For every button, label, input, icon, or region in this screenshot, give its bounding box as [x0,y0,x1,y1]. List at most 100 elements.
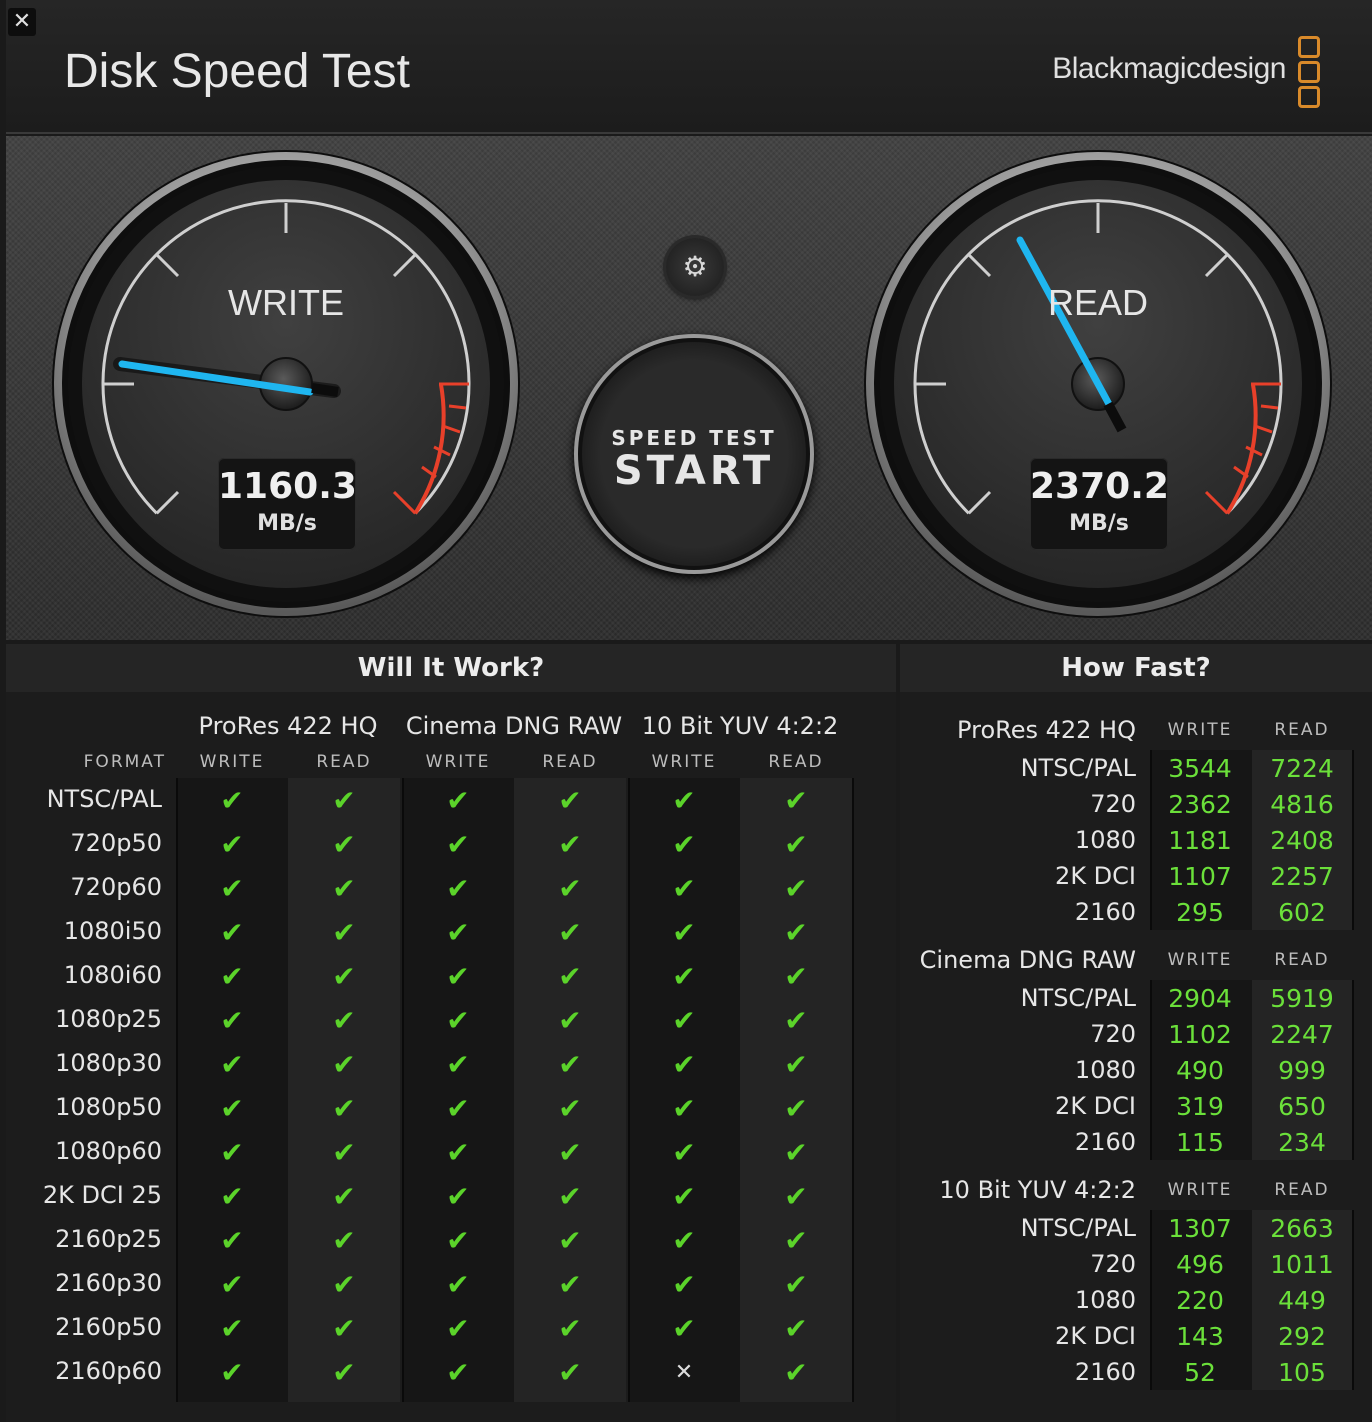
format-row-label: 1080p30 [55,1049,162,1077]
checkmark-icon: ✔ [558,1224,582,1257]
format-row-label: 1080p60 [55,1137,162,1165]
format-row-label: 1080i50 [63,917,162,945]
checkmark-icon: ✔ [446,1180,470,1213]
checkmark-icon: ✔ [446,916,470,949]
checkmark-icon: ✔ [446,1004,470,1037]
checkmark-icon: ✔ [784,1224,808,1257]
checkmark-icon: ✔ [220,1048,244,1081]
how-fast-row-label: 1080 [1074,1056,1136,1084]
read-fps-value: 292 [1278,1322,1326,1351]
format-row-label: 1080p25 [55,1005,162,1033]
how-fast-row-label: 2K DCI [1055,1092,1136,1120]
checkmark-icon: ✔ [332,960,356,993]
write-fps-value: 1102 [1168,1020,1232,1049]
checkmark-icon: ✔ [784,916,808,949]
checkmark-icon: ✔ [672,960,696,993]
checkmark-icon: ✔ [558,1136,582,1169]
read-fps-value: 4816 [1270,790,1334,819]
write-speed-unit: MB/s [257,511,317,536]
read-fps-value: 2663 [1270,1214,1334,1243]
checkmark-icon: ✔ [332,1136,356,1169]
checkmark-icon: ✔ [672,1268,696,1301]
checkmark-icon: ✔ [220,872,244,905]
read-fps-value: 1011 [1270,1250,1334,1279]
checkmark-icon: ✔ [446,1268,470,1301]
checkmark-icon: ✔ [784,784,808,817]
subcolumn-header: READ [542,752,598,772]
checkmark-icon: ✔ [446,872,470,905]
gear-icon[interactable]: ⚙ [666,238,724,296]
checkmark-icon: ✔ [446,1356,470,1389]
read-fps-value: 234 [1278,1128,1326,1157]
read-speed-value: 2370.2 [1030,466,1169,507]
format-row-label: 2160p60 [55,1357,162,1385]
codec-header: ProRes 422 HQ [198,712,378,740]
checkmark-icon: ✔ [784,1092,808,1125]
will-it-work-panel: Will It Work? ProRes 422 HQ Cinema DNG RA… [6,644,896,1422]
checkmark-icon: ✔ [784,828,808,861]
write-fps-value: 1307 [1168,1214,1232,1243]
format-row-label: 720p50 [70,829,162,857]
checkmark-icon: ✔ [332,784,356,817]
subcolumn-header: WRITE [425,752,491,772]
subcolumn-header: WRITE [199,752,265,772]
checkmark-icon: ✔ [332,1180,356,1213]
checkmark-icon: ✔ [672,1092,696,1125]
how-fast-codec-header: Cinema DNG RAW [919,946,1136,974]
checkmark-icon: ✔ [558,1268,582,1301]
how-fast-write-header: WRITE [1167,950,1233,970]
format-row-label: 2160p30 [55,1269,162,1297]
checkmark-icon: ✔ [220,960,244,993]
read-speed-unit: MB/s [1069,511,1129,536]
codec-header: 10 Bit YUV 4:2:2 [641,712,839,740]
checkmark-icon: ✔ [672,1312,696,1345]
how-fast-row-label: NTSC/PAL [1020,754,1136,782]
how-fast-write-header: WRITE [1167,720,1233,740]
write-fps-value: 143 [1176,1322,1224,1351]
checkmark-icon: ✔ [784,1004,808,1037]
checkmark-icon: ✔ [332,916,356,949]
how-fast-read-header: READ [1274,950,1330,970]
checkmark-icon: ✔ [446,1224,470,1257]
checkmark-icon: ✔ [672,828,696,861]
checkmark-icon: ✔ [672,1224,696,1257]
checkmark-icon: ✔ [220,784,244,817]
checkmark-icon: ✔ [558,1312,582,1345]
checkmark-icon: ✔ [558,1180,582,1213]
checkmark-icon: ✔ [784,1136,808,1169]
write-fps-value: 2904 [1168,984,1232,1013]
checkmark-icon: ✔ [784,1268,808,1301]
checkmark-icon: ✔ [672,1136,696,1169]
start-button-caption: SPEED TEST [611,426,777,450]
how-fast-codec-header: ProRes 422 HQ [957,716,1136,744]
start-button-label: START [613,448,775,494]
read-fps-value: 5919 [1270,984,1334,1013]
format-row-label: 1080i60 [63,961,162,989]
read-fps-value: 999 [1278,1056,1326,1085]
checkmark-icon: ✔ [558,916,582,949]
blackmagic-logo-icon [1298,36,1324,110]
checkmark-icon: ✔ [558,1092,582,1125]
read-fps-value: 449 [1278,1286,1326,1315]
read-gauge-label: READ [1047,282,1149,323]
read-fps-value: 2247 [1270,1020,1334,1049]
checkmark-icon: ✔ [446,828,470,861]
will-it-work-title: Will It Work? [6,644,896,692]
write-value-display: 1160.3 MB/s [218,458,357,550]
how-fast-read-header: READ [1274,720,1330,740]
how-fast-codec-header: 10 Bit YUV 4:2:2 [939,1176,1136,1204]
checkmark-icon: ✔ [784,872,808,905]
close-icon[interactable]: ✕ [8,8,36,36]
brand-name: Blackmagicdesign [1052,52,1286,85]
checkmark-icon: ✔ [672,784,696,817]
format-row-label: 2160p50 [55,1313,162,1341]
checkmark-icon: ✔ [332,1312,356,1345]
write-fps-value: 295 [1176,898,1224,927]
how-fast-row-label: 2160 [1074,1128,1136,1156]
speed-test-start-button[interactable]: SPEED TEST START [574,334,814,574]
checkmark-icon: ✔ [672,1048,696,1081]
format-row-label: NTSC/PAL [46,785,162,813]
checkmark-icon: ✔ [220,1312,244,1345]
write-fps-value: 2362 [1168,790,1232,819]
how-fast-write-header: WRITE [1167,1180,1233,1200]
